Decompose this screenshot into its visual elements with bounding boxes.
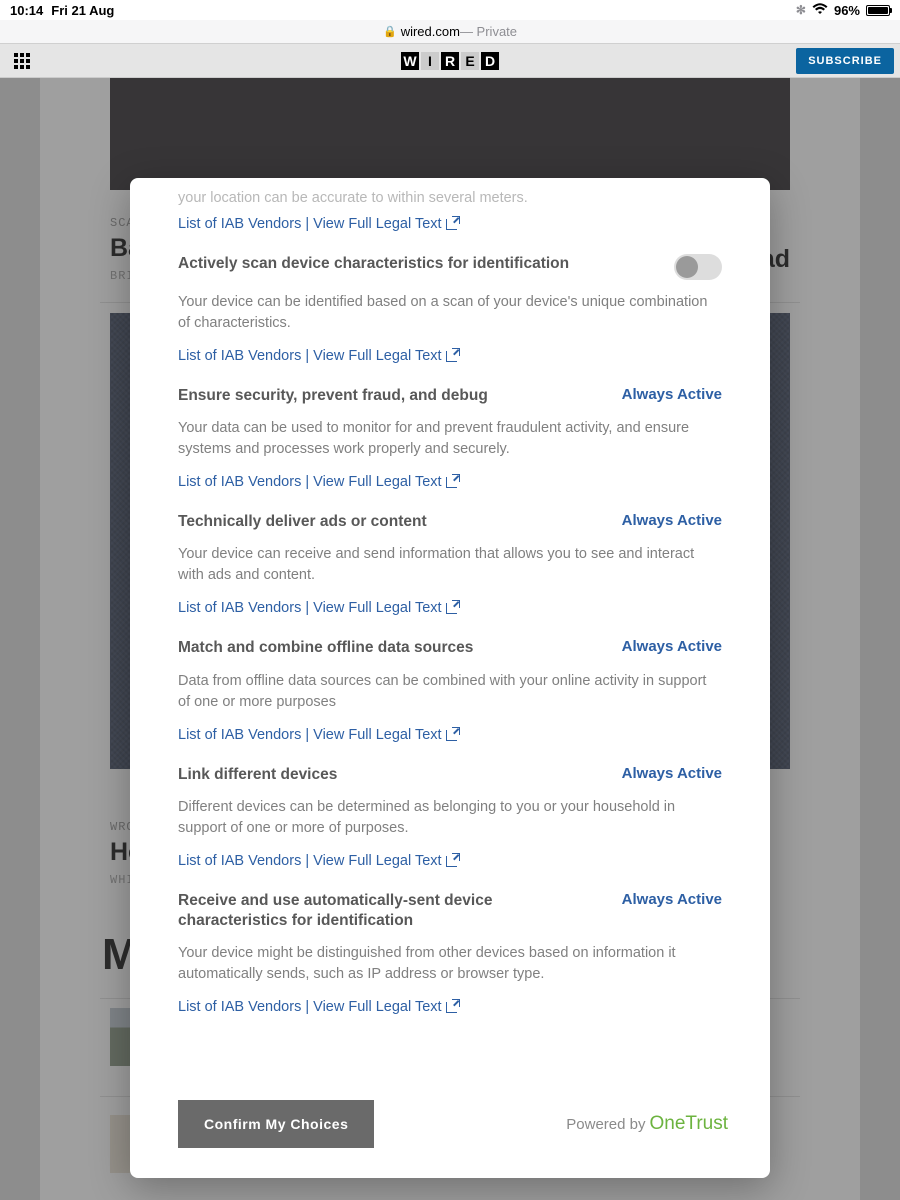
section-title: Link different devices	[178, 765, 622, 785]
always-active-label: Always Active	[622, 891, 722, 908]
menu-grid-icon[interactable]	[14, 53, 30, 69]
iab-vendors-link[interactable]: List of IAB Vendors	[178, 727, 301, 743]
external-link-icon	[446, 853, 460, 867]
external-link-icon	[446, 600, 460, 614]
external-link-icon	[446, 348, 460, 362]
status-bar: 10:14 Fri 21 Aug ✻ 96%	[0, 0, 900, 20]
loading-spinner-icon: ✻	[796, 3, 806, 17]
battery-percent: 96%	[834, 3, 860, 18]
iab-vendors-link[interactable]: List of IAB Vendors	[178, 216, 301, 232]
section-description: Data from offline data sources can be co…	[178, 671, 722, 713]
section-description: Different devices can be determined as b…	[178, 797, 722, 839]
url-private-label: — Private	[460, 24, 517, 39]
always-active-label: Always Active	[622, 512, 722, 529]
truncated-section-desc: your location can be accurate to within …	[178, 190, 722, 206]
external-link-icon	[446, 999, 460, 1013]
section-title: Technically deliver ads or content	[178, 512, 622, 532]
legal-text-link[interactable]: View Full Legal Text	[313, 216, 441, 232]
privacy-section: Match and combine offline data sources A…	[178, 638, 722, 742]
site-header: W I R E D SUBSCRIBE	[0, 44, 900, 78]
onetrust-logo[interactable]: OneTrust	[650, 1113, 729, 1135]
iab-vendors-link[interactable]: List of IAB Vendors	[178, 999, 301, 1015]
legal-text-link[interactable]: View Full Legal Text	[313, 727, 441, 743]
privacy-preferences-modal: your location can be accurate to within …	[130, 178, 770, 1178]
legal-text-link[interactable]: View Full Legal Text	[313, 999, 441, 1015]
section-description: Your device can receive and send informa…	[178, 544, 722, 586]
status-date: Fri 21 Aug	[51, 3, 114, 18]
section-title: Ensure security, prevent fraud, and debu…	[178, 386, 622, 406]
consent-toggle[interactable]	[674, 254, 722, 280]
section-title: Match and combine offline data sources	[178, 638, 622, 658]
legal-text-link[interactable]: View Full Legal Text	[313, 348, 441, 364]
section-description: Your data can be used to monitor for and…	[178, 418, 722, 460]
lock-icon: 🔒	[383, 25, 397, 38]
legal-text-link[interactable]: View Full Legal Text	[313, 474, 441, 490]
powered-by-label: Powered by OneTrust	[566, 1113, 728, 1135]
privacy-section: Receive and use automatically-sent devic…	[178, 891, 722, 1015]
privacy-section: Link different devices Always Active Dif…	[178, 765, 722, 869]
external-link-icon	[446, 474, 460, 488]
section-description: Your device might be distinguished from …	[178, 943, 722, 985]
battery-icon	[866, 5, 890, 16]
legal-text-link[interactable]: View Full Legal Text	[313, 600, 441, 616]
external-link-icon	[446, 727, 460, 741]
privacy-section: Technically deliver ads or content Alway…	[178, 512, 722, 616]
confirm-choices-button[interactable]: Confirm My Choices	[178, 1100, 374, 1148]
status-time: 10:14	[10, 3, 43, 18]
page-background: SCAMS Ban BRIAN ad WRONG NU How WHITSON …	[0, 78, 900, 1200]
url-host: wired.com	[401, 24, 460, 39]
section-title: Actively scan device characteristics for…	[178, 254, 674, 274]
browser-url-bar[interactable]: 🔒 wired.com — Private	[0, 20, 900, 44]
wifi-icon	[812, 3, 828, 18]
always-active-label: Always Active	[622, 765, 722, 782]
iab-vendors-link[interactable]: List of IAB Vendors	[178, 474, 301, 490]
external-link-icon	[446, 216, 460, 230]
subscribe-button[interactable]: SUBSCRIBE	[796, 48, 894, 74]
iab-vendors-link[interactable]: List of IAB Vendors	[178, 348, 301, 364]
iab-vendors-link[interactable]: List of IAB Vendors	[178, 600, 301, 616]
section-description: Your device can be identified based on a…	[178, 292, 722, 334]
section-title: Receive and use automatically-sent devic…	[178, 891, 622, 931]
legal-text-link[interactable]: View Full Legal Text	[313, 853, 441, 869]
iab-vendors-link[interactable]: List of IAB Vendors	[178, 853, 301, 869]
wired-logo[interactable]: W I R E D	[401, 52, 499, 70]
always-active-label: Always Active	[622, 386, 722, 403]
always-active-label: Always Active	[622, 638, 722, 655]
privacy-section: Ensure security, prevent fraud, and debu…	[178, 386, 722, 490]
privacy-section: Actively scan device characteristics for…	[178, 254, 722, 364]
